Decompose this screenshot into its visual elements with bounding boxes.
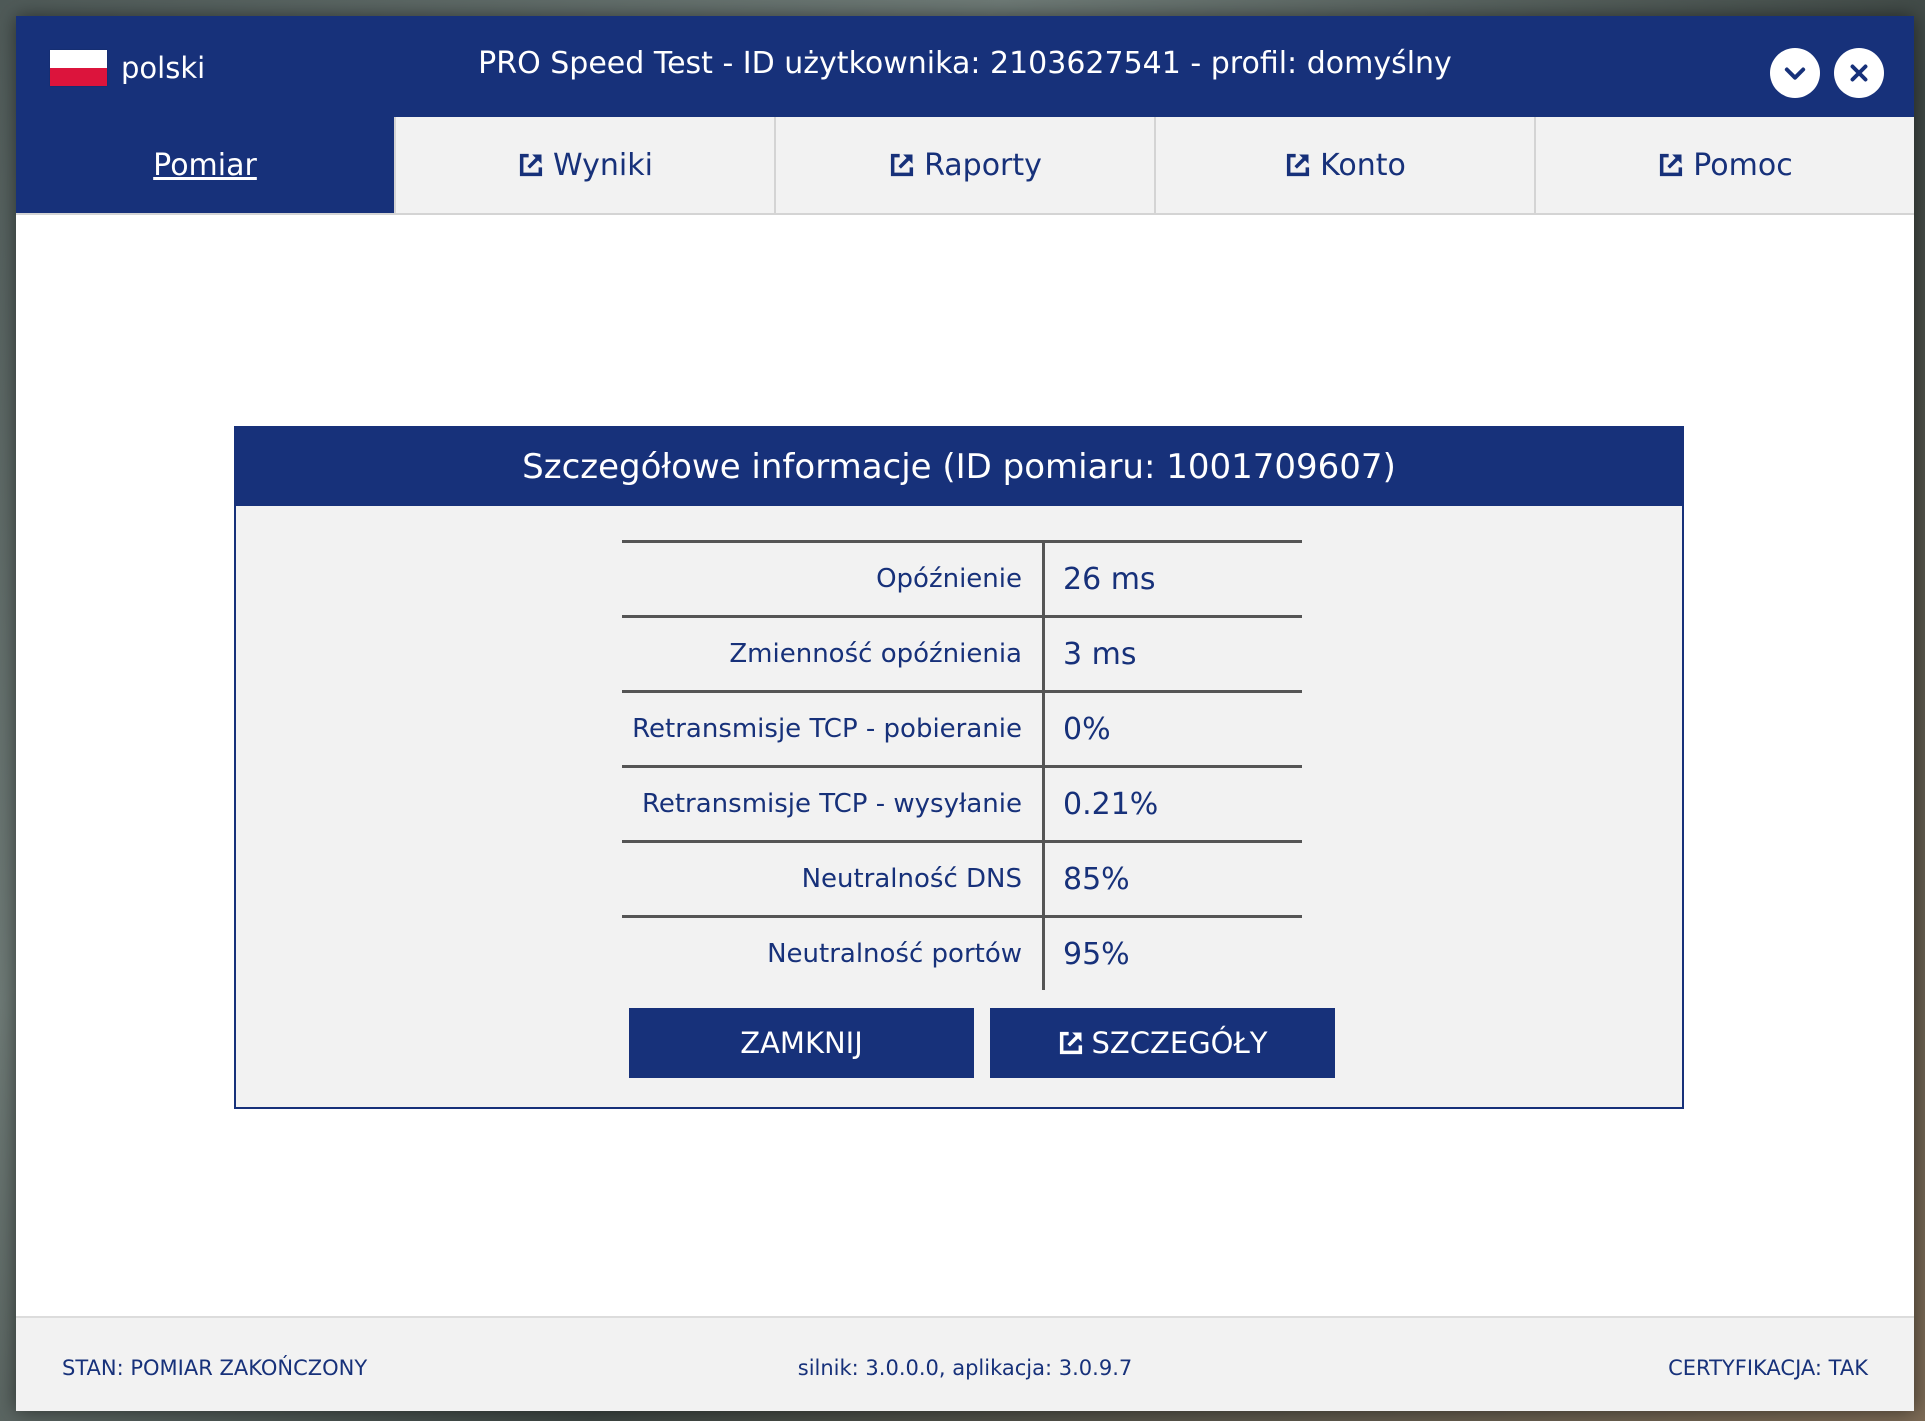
row-label: Zmienność opóźnienia xyxy=(622,616,1045,692)
close-dialog-button[interactable]: ZAMKNIJ xyxy=(629,1008,974,1078)
tab-konto[interactable]: Konto xyxy=(1156,117,1536,213)
tab-pomiar[interactable]: Pomiar xyxy=(16,117,396,213)
tab-label: Pomiar xyxy=(153,147,257,183)
tab-raporty[interactable]: Raporty xyxy=(776,117,1156,213)
tab-label: Konto xyxy=(1320,147,1406,183)
tab-pomoc[interactable]: Pomoc xyxy=(1536,117,1914,213)
window-title: PRO Speed Test - ID użytkownika: 2103627… xyxy=(478,46,1452,81)
external-link-icon xyxy=(1284,151,1312,179)
tab-label: Raporty xyxy=(924,147,1042,183)
external-link-icon xyxy=(1657,151,1685,179)
details-button-label: SZCZEGÓŁY xyxy=(1091,1026,1268,1060)
details-button[interactable]: SZCZEGÓŁY xyxy=(990,1008,1335,1078)
table-row: Retransmisje TCP - pobieranie 0% xyxy=(622,691,1302,767)
close-icon xyxy=(1850,64,1868,82)
row-label: Retransmisje TCP - wysyłanie xyxy=(622,766,1045,842)
external-link-icon xyxy=(1057,1029,1085,1057)
row-value: 26 ms xyxy=(1063,561,1156,597)
title-bar: polski PRO Speed Test - ID użytkownika: … xyxy=(16,16,1914,117)
dialog-title: Szczegółowe informacje (ID pomiaru: 1001… xyxy=(236,428,1682,506)
table-row: Neutralność portów 95% xyxy=(622,916,1302,990)
row-label: Retransmisje TCP - pobieranie xyxy=(622,691,1045,767)
row-value: 85% xyxy=(1063,861,1130,897)
close-button-label: ZAMKNIJ xyxy=(740,1026,863,1060)
row-value: 0% xyxy=(1063,711,1111,747)
details-table: Opóźnienie 26 ms Zmienność opóźnienia 3 … xyxy=(622,540,1302,990)
tab-wyniki[interactable]: Wyniki xyxy=(396,117,776,213)
tab-label: Pomoc xyxy=(1693,147,1793,183)
row-label: Opóźnienie xyxy=(622,541,1045,617)
table-row: Retransmisje TCP - wysyłanie 0.21% xyxy=(622,766,1302,842)
status-bar: STAN: POMIAR ZAKOŃCZONY silnik: 3.0.0.0,… xyxy=(16,1316,1914,1411)
external-link-icon xyxy=(888,151,916,179)
row-label: Neutralność DNS xyxy=(622,841,1045,917)
row-value: 3 ms xyxy=(1063,636,1137,672)
row-value: 0.21% xyxy=(1063,786,1159,822)
chevron-down-icon xyxy=(1784,67,1806,80)
table-row: Zmienność opóźnienia 3 ms xyxy=(622,616,1302,692)
language-selector[interactable]: polski xyxy=(50,50,205,86)
status-certification: CERTYFIKACJA: TAK xyxy=(1668,1356,1868,1380)
tab-label: Wyniki xyxy=(553,147,653,183)
external-link-icon xyxy=(517,151,545,179)
language-label: polski xyxy=(121,51,206,85)
table-row: Neutralność DNS 85% xyxy=(622,841,1302,917)
row-value: 95% xyxy=(1063,936,1130,972)
row-label: Neutralność portów xyxy=(622,916,1045,990)
close-window-button[interactable] xyxy=(1834,48,1884,98)
app-window: polski PRO Speed Test - ID użytkownika: … xyxy=(16,16,1914,1411)
main-tabs: Pomiar Wyniki Raporty Konto Pomoc xyxy=(16,117,1914,215)
status-version: silnik: 3.0.0.0, aplikacja: 3.0.9.7 xyxy=(797,1356,1133,1380)
details-dialog: Szczegółowe informacje (ID pomiaru: 1001… xyxy=(234,426,1684,1109)
table-row: Opóźnienie 26 ms xyxy=(622,541,1302,617)
poland-flag-icon xyxy=(50,50,107,86)
minimize-button[interactable] xyxy=(1770,48,1820,98)
